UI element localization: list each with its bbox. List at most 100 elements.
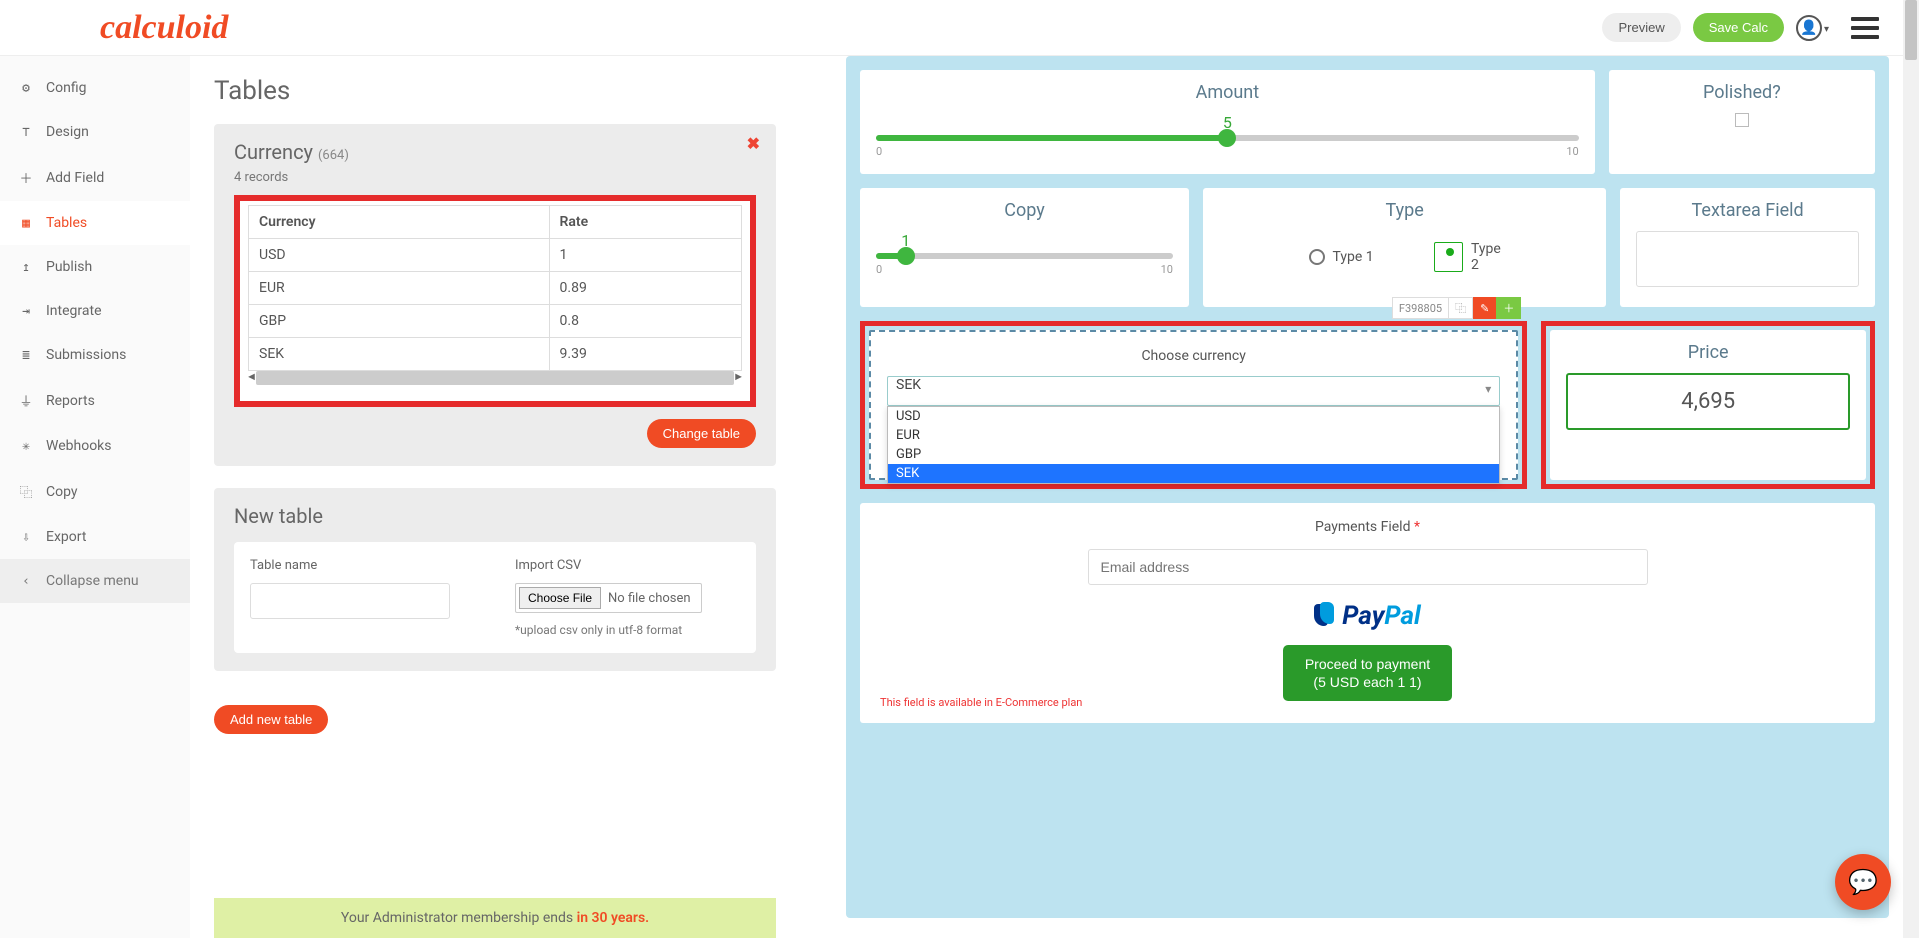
- field-toolbar: F398805 ⿻ ✎ ＋: [1392, 297, 1521, 319]
- email-input[interactable]: [1088, 549, 1648, 585]
- new-table-title: New table: [234, 504, 756, 528]
- col-currency[interactable]: Currency: [249, 206, 550, 239]
- type-field[interactable]: Type Type 1 Type 2: [1203, 188, 1606, 307]
- sidebar-item-submissions[interactable]: ≣Submissions: [0, 333, 190, 377]
- sidebar-label: Export: [46, 529, 86, 545]
- sidebar-label: Design: [46, 124, 89, 140]
- close-icon[interactable]: ✖: [747, 134, 760, 153]
- proceed-payment-button[interactable]: Proceed to payment (5 USD each 1 1): [1283, 645, 1452, 701]
- sidebar-item-publish[interactable]: ↥ Publish: [0, 245, 190, 289]
- field-title: Payments Field *: [880, 519, 1855, 535]
- table-row[interactable]: SEK9.39: [249, 338, 742, 371]
- add-field-icon[interactable]: ＋: [1496, 297, 1521, 319]
- slider-thumb[interactable]: [1218, 129, 1236, 147]
- polished-field[interactable]: Polished?: [1609, 70, 1875, 174]
- sidebar-item-integrate[interactable]: ⇥Integrate: [0, 289, 190, 333]
- sidebar-item-tables[interactable]: ▦Tables: [0, 201, 190, 245]
- textarea-input[interactable]: [1636, 231, 1859, 287]
- slider-thumb[interactable]: [897, 247, 915, 265]
- sidebar-label: Config: [46, 80, 86, 96]
- panel-heading: Tables: [214, 76, 776, 106]
- vertical-scrollbar[interactable]: [1903, 0, 1919, 938]
- copy-field-icon[interactable]: ⿻: [1448, 297, 1473, 319]
- copy-field[interactable]: Copy 1 010: [860, 188, 1189, 307]
- currency-count: (664): [318, 148, 349, 163]
- currency-table: Currency Rate USD1 EUR0.89 GBP0.8 SEK9.3…: [248, 205, 742, 371]
- textarea-field[interactable]: Textarea Field: [1620, 188, 1875, 307]
- table-name-input[interactable]: [250, 583, 450, 619]
- file-input[interactable]: Choose File No file chosen: [515, 583, 702, 613]
- currency-table-highlight: Currency Rate USD1 EUR0.89 GBP0.8 SEK9.3…: [234, 195, 756, 407]
- paypal-logo: PayPal: [880, 601, 1855, 631]
- choose-currency-field[interactable]: Choose currency SEK USD EUR GBP SEK: [869, 330, 1518, 480]
- plan-note: This field is available in E-Commerce pl…: [880, 696, 1082, 709]
- sidebar-item-copy[interactable]: ⿻Copy: [0, 468, 190, 515]
- table-row[interactable]: EUR0.89: [249, 272, 742, 305]
- sidebar-collapse[interactable]: ‹Collapse menu: [0, 559, 190, 603]
- field-title: Polished?: [1625, 82, 1859, 103]
- table-name-label: Table name: [250, 558, 475, 573]
- slider-max: 10: [1161, 263, 1173, 276]
- avatar-icon: 👤: [1796, 15, 1822, 41]
- import-csv-label: Import CSV: [515, 558, 740, 573]
- radio-icon: [1309, 249, 1325, 265]
- field-title: Copy: [876, 200, 1173, 221]
- upload-hint: *upload csv only in utf-8 format: [515, 623, 740, 637]
- publish-icon: ↥: [18, 260, 34, 275]
- sidebar-item-reports[interactable]: ⏚Reports: [0, 377, 190, 424]
- chevron-left-icon: ‹: [18, 574, 34, 589]
- choose-file-button[interactable]: Choose File: [519, 587, 601, 609]
- file-chosen-text: No file chosen: [604, 591, 701, 606]
- table-row[interactable]: USD1: [249, 239, 742, 272]
- sidebar-item-export[interactable]: ⇩Export: [0, 515, 190, 559]
- payments-field[interactable]: Payments Field * PayPal Proceed to payme…: [860, 503, 1875, 723]
- field-id: F398805: [1392, 297, 1448, 319]
- save-calc-button[interactable]: Save Calc: [1693, 13, 1784, 42]
- amount-slider[interactable]: 5 010: [876, 113, 1579, 158]
- currency-title: Currency (664): [234, 140, 756, 164]
- polished-checkbox[interactable]: [1735, 113, 1749, 127]
- user-menu[interactable]: 👤▾: [1796, 15, 1829, 41]
- horizontal-scrollbar[interactable]: [256, 371, 734, 385]
- topbar: calculoid Preview Save Calc 👤▾: [0, 0, 1919, 56]
- sidebar-item-design[interactable]: ⊤Design: [0, 110, 190, 154]
- sidebar-item-webhooks[interactable]: ✳ Webhooks: [0, 424, 190, 468]
- preview-button[interactable]: Preview: [1602, 13, 1680, 42]
- sidebar-item-config[interactable]: ⚙ Config: [0, 66, 190, 110]
- currency-card: ✖ Currency (664) 4 records Currency Rate…: [214, 124, 776, 466]
- change-table-button[interactable]: Change table: [647, 419, 756, 448]
- radio-type2[interactable]: Type 2: [1434, 241, 1501, 273]
- caret-down-icon: ▾: [1824, 24, 1829, 35]
- chat-fab[interactable]: 💬: [1835, 854, 1891, 910]
- submissions-icon: ≣: [18, 348, 34, 363]
- copy-slider[interactable]: 1 010: [876, 231, 1173, 276]
- amount-field[interactable]: Amount 5 010: [860, 70, 1595, 174]
- currency-option-gbp[interactable]: GBP: [888, 445, 1499, 464]
- currency-option-sek[interactable]: SEK: [888, 464, 1499, 483]
- currency-option-eur[interactable]: EUR: [888, 426, 1499, 445]
- webhooks-icon: ✳: [18, 439, 34, 454]
- field-title: Amount: [876, 82, 1579, 103]
- sidebar-label: Copy: [46, 484, 78, 500]
- membership-footer: Your Administrator membership ends in 30…: [214, 898, 776, 938]
- edit-field-icon[interactable]: ✎: [1473, 297, 1496, 319]
- scrollbar-thumb[interactable]: [1905, 0, 1917, 60]
- reports-icon: ⏚: [18, 391, 34, 410]
- gear-icon: ⚙: [18, 81, 34, 96]
- sidebar-label: Tables: [46, 215, 87, 231]
- hamburger-menu-icon[interactable]: [1851, 17, 1879, 39]
- price-field[interactable]: Price 4,695: [1550, 330, 1866, 480]
- logo: calculoid: [100, 9, 228, 47]
- new-table-card: New table Table name Import CSV Choose F…: [214, 488, 776, 671]
- table-row[interactable]: GBP0.8: [249, 305, 742, 338]
- add-new-table-button[interactable]: Add new table: [214, 705, 328, 734]
- sidebar-item-add-field[interactable]: ＋Add Field: [0, 154, 190, 201]
- col-rate[interactable]: Rate: [549, 206, 741, 239]
- radio-type1[interactable]: Type 1: [1309, 241, 1374, 273]
- currency-option-usd[interactable]: USD: [888, 407, 1499, 426]
- required-asterisk: *: [1414, 519, 1420, 535]
- sidebar-label: Publish: [46, 259, 92, 275]
- sidebar-label: Webhooks: [46, 438, 112, 454]
- currency-select[interactable]: SEK: [887, 376, 1500, 406]
- slider-max: 10: [1566, 145, 1578, 158]
